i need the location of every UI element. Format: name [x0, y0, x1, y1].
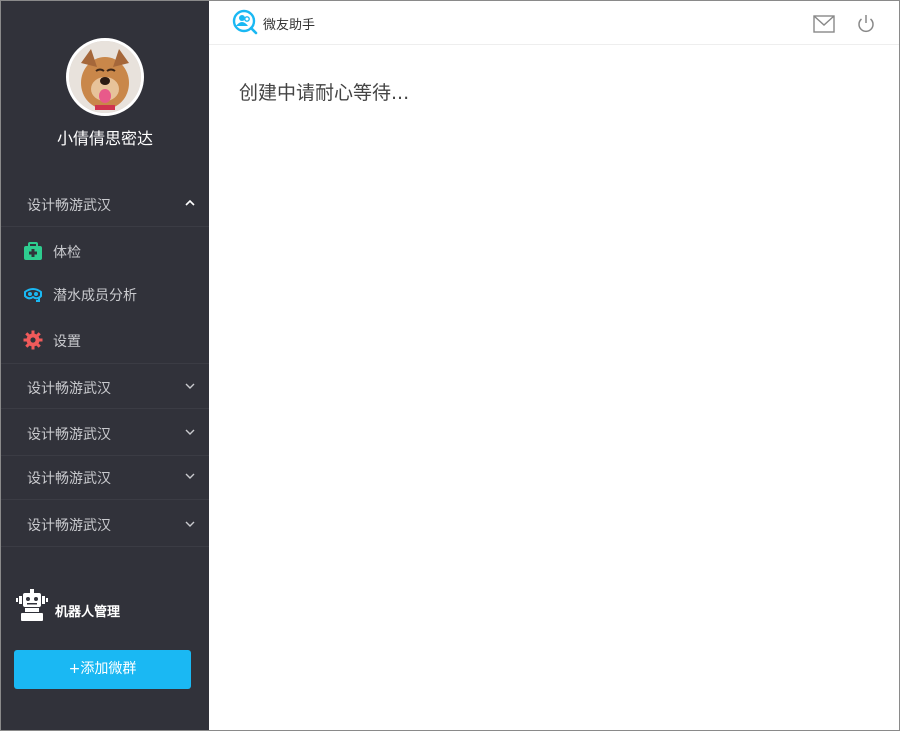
- group-label: 设计畅游武汉: [27, 518, 111, 534]
- chevron-down-icon: [185, 383, 195, 389]
- search-user-icon: [232, 9, 258, 35]
- sidebar-item-label: 设置: [53, 334, 81, 350]
- app-title: 微友助手: [263, 18, 316, 33]
- power-icon[interactable]: [857, 14, 875, 34]
- top-bar: 微友助手: [209, 1, 899, 45]
- group-header[interactable]: 设计畅游武汉: [1, 363, 209, 409]
- sidebar: 小倩倩思密达 设计畅游武汉 体检 潜水成员分析 设置 设计畅游武汉 设计畅游武汉…: [1, 1, 209, 730]
- group-header[interactable]: 设计畅游武汉: [1, 410, 209, 456]
- sidebar-item-checkup[interactable]: 体检: [1, 229, 209, 273]
- group-label: 设计畅游武汉: [27, 198, 111, 214]
- sidebar-item-label: 潜水成员分析: [53, 288, 137, 304]
- chevron-down-icon: [185, 429, 195, 435]
- group-header[interactable]: 设计畅游武汉: [1, 454, 209, 500]
- group-header[interactable]: 设计畅游武汉: [1, 181, 209, 227]
- username: 小倩倩思密达: [56, 129, 153, 148]
- medical-kit-icon: [24, 242, 42, 260]
- sidebar-item-label: 体检: [53, 245, 81, 261]
- mail-icon[interactable]: [813, 15, 835, 33]
- add-group-button[interactable]: +添加微群: [14, 650, 191, 689]
- robot-icon: [16, 589, 48, 621]
- gear-icon: [23, 330, 43, 350]
- robot-management-label: 机器人管理: [55, 605, 121, 620]
- chevron-down-icon: [185, 521, 195, 527]
- chevron-up-icon: [185, 199, 195, 206]
- sidebar-item-lurker-analysis[interactable]: 潜水成员分析: [1, 272, 209, 316]
- status-message: 创建中请耐心等待...: [239, 82, 410, 104]
- group-header[interactable]: 设计畅游武汉: [1, 501, 209, 547]
- avatar[interactable]: [66, 38, 144, 116]
- diving-mask-icon: [24, 288, 42, 302]
- sidebar-item-settings[interactable]: 设置: [1, 318, 209, 362]
- group-label: 设计畅游武汉: [27, 381, 111, 397]
- robot-management-link[interactable]: 机器人管理: [15, 588, 195, 624]
- chevron-down-icon: [185, 473, 195, 479]
- group-label: 设计畅游武汉: [27, 427, 111, 443]
- group-label: 设计畅游武汉: [27, 471, 111, 487]
